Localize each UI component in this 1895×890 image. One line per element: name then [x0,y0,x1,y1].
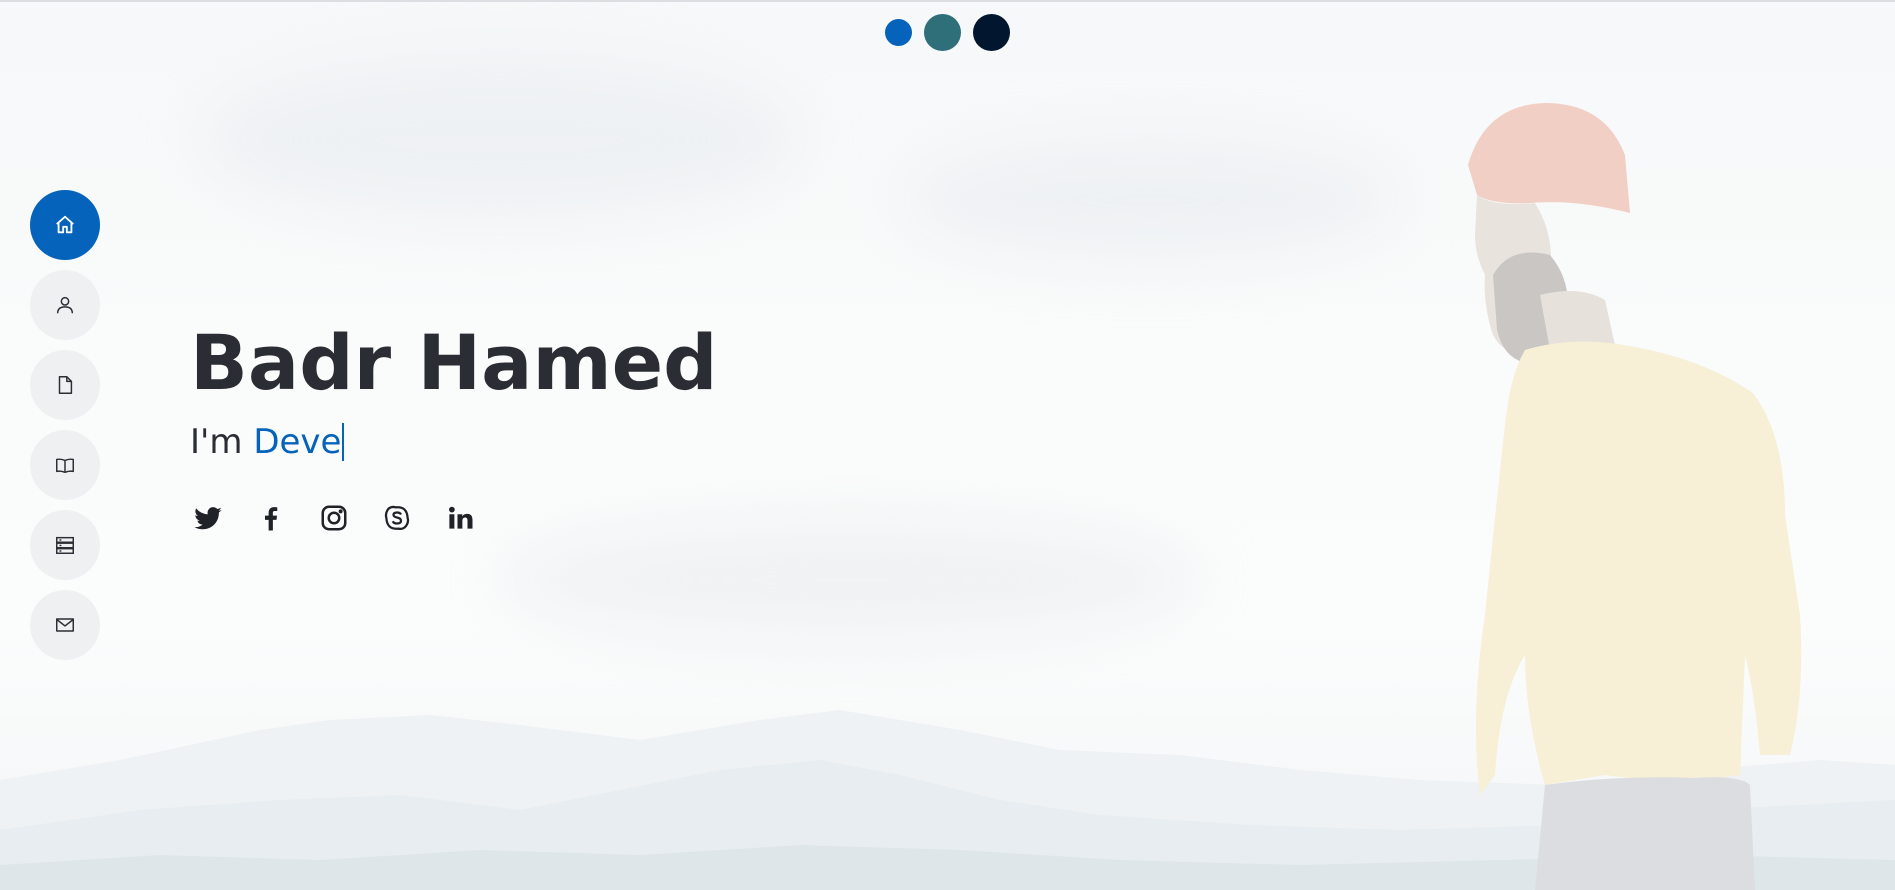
linkedin-link[interactable] [444,502,476,534]
envelope-icon [56,618,74,632]
hero-tagline: I'm Deve [190,422,345,462]
theme-teal-dot[interactable] [924,14,961,51]
facebook-link[interactable] [255,502,287,534]
file-icon [58,376,73,394]
typing-caret [342,423,345,461]
side-nav [30,190,100,670]
background-cloud [900,140,1400,260]
twitter-icon [194,507,222,530]
nav-contact-button[interactable] [30,590,100,660]
linkedin-icon [449,506,473,529]
book-icon [56,458,74,474]
skype-link[interactable] [381,502,413,534]
nav-about-button[interactable] [30,270,100,340]
nav-home-button[interactable] [30,190,100,260]
background-cloud [200,60,800,220]
nav-services-button[interactable] [30,510,100,580]
hero-name: Badr Hamed [190,318,718,407]
typed-text: Deve [253,422,342,462]
twitter-link[interactable] [192,502,224,534]
nav-portfolio-button[interactable] [30,430,100,500]
person-illustration [1468,103,1802,890]
skype-icon [384,505,410,531]
background-cloud [500,520,1200,640]
theme-blue-dot[interactable] [885,19,912,46]
social-links [192,502,507,534]
instagram-icon [321,505,347,531]
user-icon [56,296,74,314]
server-icon [56,536,74,554]
tagline-prefix: I'm [190,422,254,462]
facebook-icon [265,507,278,531]
nav-resume-button[interactable] [30,350,100,420]
top-border [0,0,1895,2]
theme-navy-dot[interactable] [973,14,1010,51]
instagram-link[interactable] [318,502,350,534]
theme-switcher [885,14,1022,51]
home-icon [56,215,74,234]
